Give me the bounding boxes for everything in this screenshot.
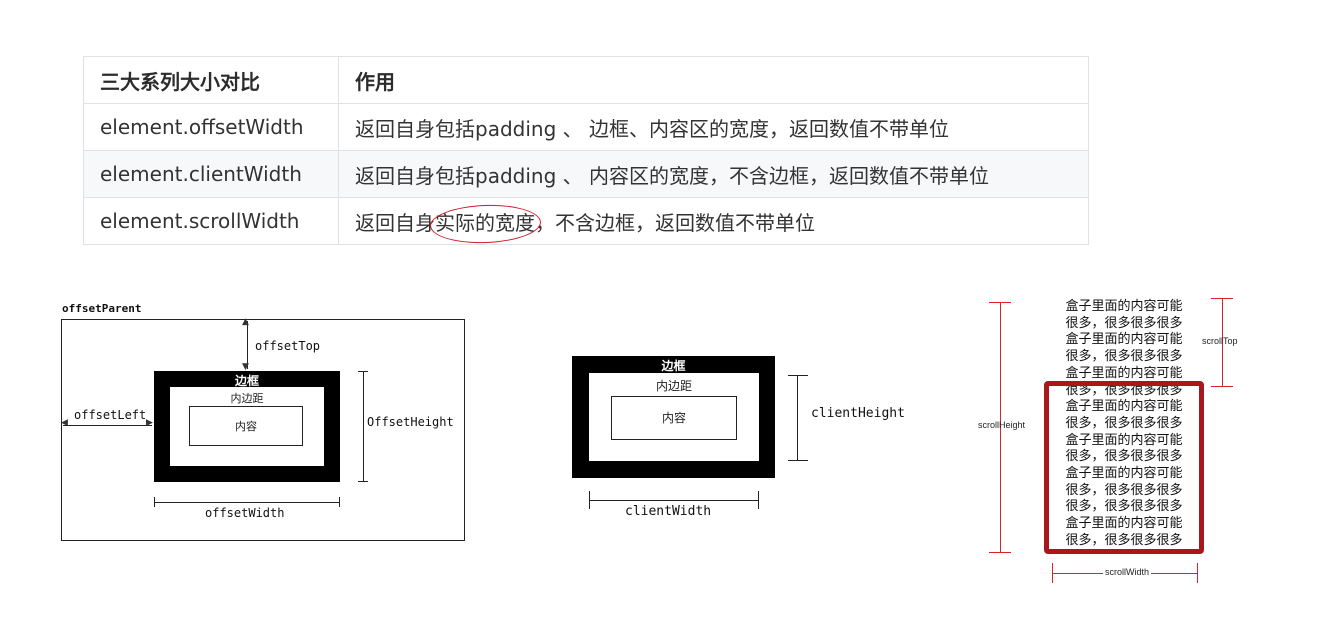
client-width-label: clientWidth [625, 504, 712, 519]
content-line: 盒子里面的内容可能 [1065, 332, 1183, 348]
table-header-row: 三大系列大小对比 作用 [83, 56, 1089, 104]
offset-height-line [363, 371, 364, 482]
client-width-tick-left [589, 491, 590, 509]
scroll-width-label: scrollWidth [1103, 567, 1152, 577]
client-width-line [589, 500, 759, 501]
offset-width-tick-right [339, 497, 340, 507]
offset-left-arrow [63, 425, 152, 426]
table-row: element.scrollWidth 返回自身实际的宽度 ，不含边框，返回数值不… [83, 197, 1089, 245]
content-line: 盒子里面的内容可能 [1065, 299, 1183, 314]
circled-highlight: 实际的宽度 [429, 202, 542, 245]
arrow-left-icon: ◀ [61, 418, 68, 428]
border-label: 边框 [234, 374, 259, 388]
description-text-before: 返回自身 [355, 210, 435, 235]
table-row: element.offsetWidth 返回自身包括padding 、 边框、内… [83, 103, 1089, 151]
content-line: 盒子里面的内容可能 [1065, 365, 1183, 381]
offset-width-line [154, 502, 340, 503]
size-comparison-table: 三大系列大小对比 作用 element.offsetWidth 返回自身包括pa… [83, 56, 1089, 245]
scroll-top-tick-bottom [1211, 386, 1233, 387]
scroll-viewport-box [1044, 381, 1204, 554]
content-label: 内容 [235, 420, 257, 433]
property-cell: element.clientWidth [83, 150, 339, 198]
offset-height-label: OffsetHeight [367, 415, 454, 429]
client-height-tick-bottom [788, 460, 808, 461]
client-width-tick-right [758, 491, 759, 509]
scroll-top-tick-top [1211, 298, 1233, 299]
description-cell: 返回自身包括padding 、 边框、内容区的宽度，返回数值不带单位 [338, 103, 1089, 151]
offset-width-label: offsetWidth [205, 506, 285, 520]
scroll-width-tick-left [1052, 563, 1053, 583]
property-cell: element.offsetWidth [83, 103, 339, 151]
offset-height-tick-top [358, 371, 368, 372]
border-label: 边框 [661, 359, 686, 373]
offset-top-label: offsetTop [255, 339, 321, 353]
header-cell-series: 三大系列大小对比 [83, 56, 339, 104]
client-height-label: clientHeight [811, 406, 905, 421]
description-cell: 返回自身包括padding 、 内容区的宽度，不含边框，返回数值不带单位 [338, 150, 1089, 198]
arrow-up-icon: ▲ [242, 317, 249, 327]
arrow-down-icon: ▼ [242, 362, 249, 372]
content-label: 内容 [661, 411, 686, 425]
scroll-top-label: scrollTop [1202, 336, 1238, 346]
client-height-tick-top [788, 375, 808, 376]
scroll-height-tick-bottom [989, 552, 1011, 553]
scroll-height-label: scrollHeight [978, 420, 1026, 430]
description-text-after: ，不含边框，返回数值不带单位 [535, 210, 815, 235]
scroll-width-tick-right [1197, 563, 1198, 583]
arrow-right-icon: ▶ [146, 418, 153, 428]
client-height-line [797, 375, 798, 460]
content-line: 很多，很多很多很多 [1065, 349, 1183, 365]
circled-text: 实际的宽度 [435, 210, 535, 235]
content-line: 很多，很多很多很多 [1065, 315, 1183, 331]
header-cell-purpose: 作用 [338, 56, 1089, 104]
padding-label: 内边距 [230, 392, 264, 405]
offset-parent-label: offsetParent [62, 302, 142, 315]
padding-label: 内边距 [655, 379, 692, 393]
offset-left-label: offsetLeft [74, 408, 147, 422]
table-row: element.clientWidth 返回自身包括padding 、 内容区的… [83, 150, 1089, 198]
offset-height-tick-bottom [358, 481, 368, 482]
scroll-height-tick-top [989, 302, 1011, 303]
offset-width-tick-left [154, 497, 155, 507]
property-cell: element.scrollWidth [83, 197, 339, 245]
description-cell: 返回自身实际的宽度 ，不含边框，返回数值不带单位 [338, 197, 1089, 245]
